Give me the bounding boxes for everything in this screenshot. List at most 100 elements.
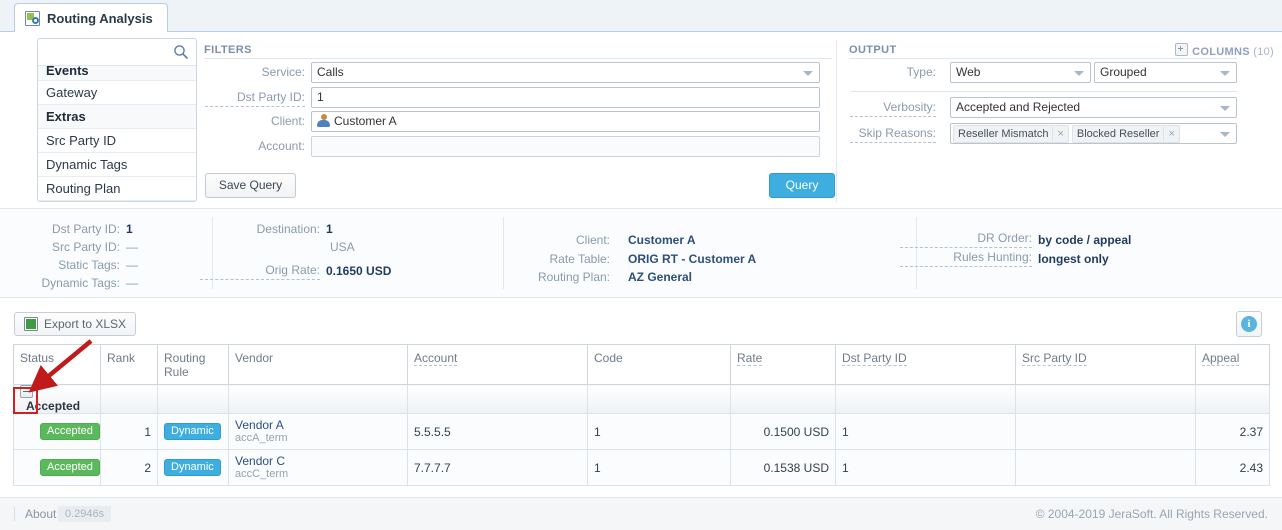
vendor-name[interactable]: Vendor C (235, 454, 401, 468)
column-label: Code (594, 351, 623, 365)
verbosity-select[interactable]: Accepted and Rejected (950, 97, 1237, 118)
cell-routing-rule: Dynamic (157, 413, 229, 450)
service-select[interactable]: Calls (311, 62, 820, 83)
remove-tag-icon[interactable]: × (1052, 126, 1067, 141)
table-row: Accepted 1 Dynamic Vendor A accA_term 5.… (13, 413, 1270, 450)
account-input[interactable] (311, 136, 820, 157)
service-label: Service: (261, 65, 305, 79)
dst-party-id-input[interactable]: 1 (311, 87, 820, 108)
output-type-select[interactable]: Web (950, 62, 1091, 83)
sidebar-item-dynamic-tags[interactable]: Dynamic Tags (38, 153, 196, 177)
sidebar-group-events: Events (38, 66, 196, 81)
columns-link[interactable]: COLUMNS (10) (1175, 43, 1274, 58)
footer: About 0.2946s © 2004-2019 JeraSoft. All … (0, 497, 1282, 530)
cell-account: 7.7.7.7 (407, 449, 588, 486)
info-icon: i (1241, 316, 1257, 332)
export-to-xlsx-button[interactable]: Export to XLSX (14, 312, 137, 336)
summary-dr-order-label: DR Order: (900, 231, 1032, 248)
output-divider-2 (850, 91, 1237, 92)
search-input[interactable] (38, 39, 172, 65)
chevron-down-icon (1074, 71, 1084, 76)
output-divider (849, 58, 1237, 59)
summary-dynamic-tags-value: — (126, 276, 138, 290)
output-format-value: Grouped (1100, 65, 1147, 79)
summary-dr-order-value: by code / appeal (1038, 233, 1132, 247)
group-row-cell (100, 384, 158, 414)
service-value: Calls (317, 65, 344, 79)
group-row-label: Accepted (26, 399, 81, 413)
search-icon[interactable] (173, 44, 189, 60)
column-header-src-party-id[interactable]: Src Party ID (1015, 344, 1196, 385)
column-header-routing-rule[interactable]: Routing Rule (157, 344, 229, 385)
column-header-status[interactable]: Status (13, 344, 101, 385)
save-query-button[interactable]: Save Query (205, 173, 296, 198)
render-time: 0.2946s (58, 506, 112, 522)
column-header-rate[interactable]: Rate (730, 344, 836, 385)
routing-analysis-page: Routing Analysis Events Gateway Extras S… (0, 0, 1282, 530)
summary-client-value[interactable]: Customer A (628, 231, 696, 249)
filters-title: FILTERS (204, 44, 252, 56)
user-icon (317, 114, 330, 127)
remove-tag-icon[interactable]: × (1163, 126, 1178, 141)
chevron-down-icon (803, 71, 813, 76)
sidebar-item-gateway[interactable]: Gateway (38, 81, 196, 105)
vendor-name[interactable]: Vendor A (235, 418, 401, 432)
group-row-cell (157, 384, 229, 414)
column-header-dst-party-id[interactable]: Dst Party ID (835, 344, 1016, 385)
group-row-cell (1015, 384, 1196, 414)
sidebar-item-src-party-id[interactable]: Src Party ID (38, 129, 196, 153)
collapse-minus-icon[interactable] (20, 385, 33, 398)
sidebar-item-routing-plan[interactable]: Routing Plan (38, 177, 196, 201)
client-input[interactable]: Customer A (311, 111, 820, 132)
group-row-cell (1195, 384, 1270, 414)
cell-dst-party-id: 1 (835, 449, 1016, 486)
column-label: Src Party ID (1022, 351, 1087, 366)
column-label: Account (414, 351, 458, 366)
cell-vendor: Vendor A accA_term (228, 413, 408, 450)
column-header-rank[interactable]: Rank (100, 344, 158, 385)
summary-routing-plan-value[interactable]: AZ General (628, 268, 692, 286)
output-title: OUTPUT (849, 44, 897, 56)
output-type-value: Web (956, 65, 981, 79)
verbosity-value: Accepted and Rejected (956, 100, 1081, 114)
routing-rule-badge: Dynamic (164, 423, 221, 440)
column-label: Dst Party ID (842, 351, 907, 366)
cell-code: 1 (587, 413, 731, 450)
tab-routing-analysis[interactable]: Routing Analysis (14, 3, 168, 32)
query-button[interactable]: Query (769, 173, 835, 198)
column-label: Rate (737, 351, 763, 366)
column-header-account[interactable]: Account (407, 344, 588, 385)
skip-reasons-select[interactable]: Reseller Mismatch × Blocked Reseller × (950, 123, 1237, 144)
about-link[interactable]: About (14, 507, 56, 521)
cell-status: Accepted (13, 449, 101, 486)
cell-account: 5.5.5.5 (407, 413, 588, 450)
summary-dst-party-id-value: 1 (126, 222, 133, 236)
summary-rate-table-value[interactable]: ORIG RT - Customer A (628, 250, 756, 268)
client-label: Client: (270, 114, 305, 128)
table-header-row: Status Rank Routing Rule Vendor Account … (13, 344, 1270, 385)
skip-reason-label: Blocked Reseller (1076, 127, 1160, 140)
skip-reason-tag[interactable]: Blocked Reseller × (1071, 124, 1180, 143)
column-header-code[interactable]: Code (587, 344, 731, 385)
chevron-down-icon (1220, 71, 1230, 76)
column-header-appeal[interactable]: Appeal (1195, 344, 1270, 385)
summary-static-tags-label: Static Tags: (58, 258, 120, 272)
chevron-down-icon (1220, 106, 1230, 111)
summary-orig-rate-label: Orig Rate: (200, 263, 320, 280)
dst-party-id-label: Dst Party ID: (205, 89, 305, 107)
info-button[interactable]: i (1236, 311, 1262, 337)
skip-reason-tag[interactable]: Reseller Mismatch × (953, 124, 1069, 143)
columns-label: COLUMNS (1192, 46, 1250, 58)
column-header-vendor[interactable]: Vendor (228, 344, 408, 385)
output-format-select[interactable]: Grouped (1094, 62, 1237, 83)
cell-appeal: 2.37 (1195, 413, 1270, 450)
cell-rank: 2 (100, 449, 158, 486)
summary-src-party-id-value: — (126, 240, 138, 254)
account-label: Account: (258, 139, 305, 153)
group-row-status-cell[interactable]: Accepted (13, 384, 101, 414)
copyright: © 2004-2019 JeraSoft. All Rights Reserve… (1035, 507, 1268, 521)
client-value: Customer A (334, 114, 397, 128)
routing-rule-badge: Dynamic (164, 459, 221, 476)
filters-divider (204, 58, 832, 59)
summary-rules-hunting-label: Rules Hunting: (900, 250, 1032, 267)
